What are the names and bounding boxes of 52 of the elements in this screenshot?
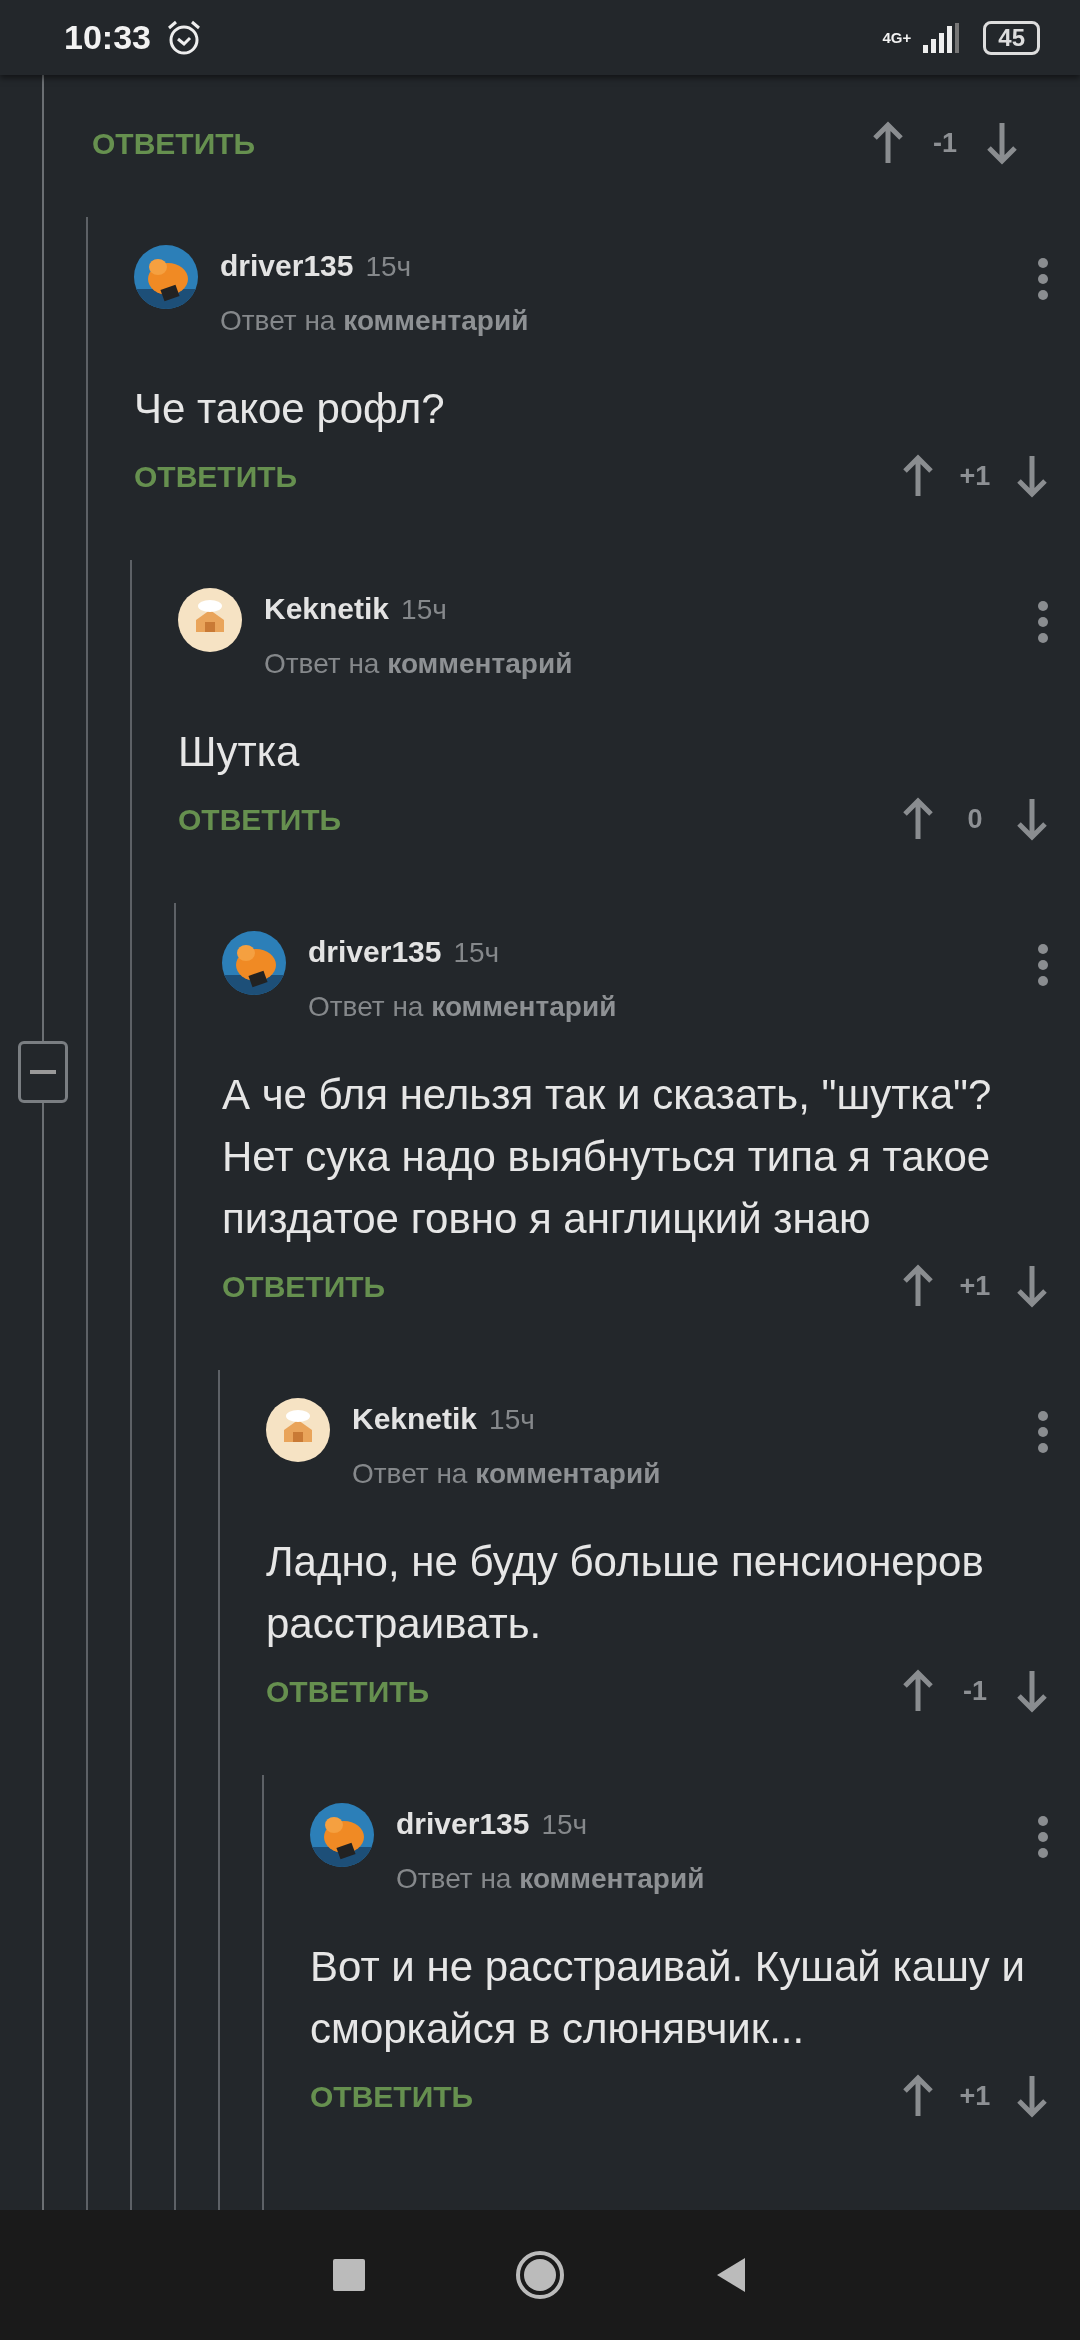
more-menu-icon[interactable] [1036,943,1050,987]
avatar[interactable] [266,1398,330,1462]
vote-score: +1 [958,459,992,493]
downvote-button[interactable] [1014,454,1050,498]
vote-score: +1 [958,2079,992,2113]
author-name[interactable]: driver135 [308,929,442,974]
minus-icon [30,1070,56,1074]
author-name[interactable]: Keknetik [352,1396,478,1441]
reply-context[interactable]: Ответ на комментарий [396,1858,705,1900]
comment-text: Ладно, не буду больше пенсионеров расстраивать. [266,1537,985,1649]
comment-text: Шутка [178,727,301,777]
reply-button[interactable]: ОТВЕТИТЬ [134,453,298,499]
reply-button[interactable]: ОТВЕТИТЬ [266,1668,430,1714]
downvote-button[interactable] [1014,797,1050,841]
comment-time: 15ч [401,593,447,627]
author-name[interactable]: driver135 [396,1801,530,1846]
back-button[interactable] [715,2256,747,2294]
downvote-button[interactable] [1014,2074,1050,2118]
more-menu-icon[interactable] [1036,600,1050,644]
author-name[interactable]: driver135 [220,243,354,288]
reply-button[interactable]: ОТВЕТИТЬ [310,2073,474,2119]
vote-score: 0 [966,802,984,836]
home-button[interactable] [515,2250,565,2300]
more-menu-icon[interactable] [1036,1410,1050,1454]
reply-context[interactable]: Ответ на комментарий [220,300,529,342]
reply-button[interactable]: ОТВЕТИТЬ [92,120,256,166]
comment-time: 15ч [489,1403,535,1437]
downvote-button[interactable] [984,121,1020,165]
avatar[interactable] [178,588,242,652]
more-menu-icon[interactable] [1036,1815,1050,1859]
comment-time: 15ч [453,936,500,970]
reply-context[interactable]: Ответ на комментарий [308,986,617,1028]
comment-text: Че такое рофл? [134,384,446,434]
downvote-button[interactable] [1014,1669,1050,1713]
reply-context[interactable]: Ответ на комментарий [264,643,573,685]
reply-button[interactable]: ОТВЕТИТЬ [178,796,342,842]
vote-score: -1 [932,126,958,160]
comment-text: А че бля нельзя так и сказать, "шутка"? Нет сука надо выябнуться типа я такое пиздатое говно я англицкий знаю [222,1070,993,1244]
vote-score: +1 [958,1269,992,1303]
more-menu-icon[interactable] [1036,257,1050,301]
reply-context[interactable]: Ответ на комментарий [352,1453,661,1495]
network-type: 4G+ [882,30,912,45]
downvote-button[interactable] [1014,1264,1050,1308]
battery-level: 45 [983,20,1040,55]
reply-button[interactable]: ОТВЕТИТЬ [222,1263,386,1309]
comment-time: 15ч [541,1808,588,1842]
comment-time: 15ч [365,250,412,284]
author-name[interactable]: Keknetik [264,586,390,631]
comment-text: Вот и не расстраивай. Кушай кашу и сморкайся в слюнявчик... [310,1942,1026,2054]
vote-score: -1 [962,1674,988,1708]
collapse-button[interactable] [18,1041,68,1103]
clock-time: 10:33 [64,17,151,58]
